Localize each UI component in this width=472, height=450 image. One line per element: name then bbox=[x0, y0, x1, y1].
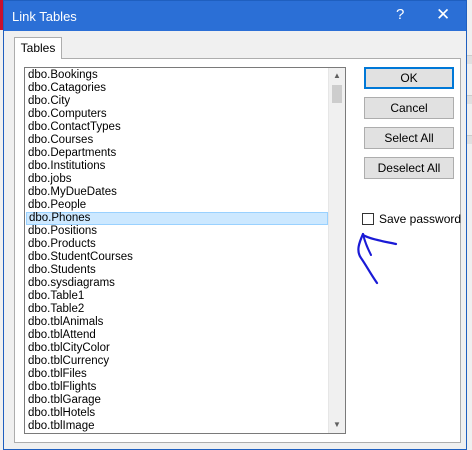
list-item[interactable]: dbo.tblImage bbox=[26, 420, 328, 433]
title-bar: Link Tables ? ✕ bbox=[4, 1, 466, 31]
list-item[interactable]: dbo.Bookings bbox=[26, 69, 328, 82]
list-item[interactable]: dbo.Computers bbox=[26, 108, 328, 121]
list-item[interactable]: dbo.MyDueDates bbox=[26, 186, 328, 199]
help-icon[interactable]: ? bbox=[396, 6, 404, 23]
tables-list: dbo.Bookings dbo.Catagories dbo.City dbo.Co… bbox=[26, 69, 328, 433]
list-item[interactable]: dbo.People bbox=[26, 199, 328, 212]
list-item[interactable]: dbo.Courses bbox=[26, 134, 328, 147]
list-item[interactable]: dbo.Institutions bbox=[26, 160, 328, 173]
scroll-up-icon[interactable]: ▲ bbox=[329, 68, 345, 84]
select-all-button[interactable]: Select All bbox=[364, 127, 454, 149]
list-item[interactable]: dbo.Phones bbox=[26, 212, 328, 225]
list-item[interactable]: dbo.City bbox=[26, 95, 328, 108]
hand-drawn-arrow-annotation bbox=[357, 232, 398, 285]
list-item[interactable]: dbo.tblFlights bbox=[26, 381, 328, 394]
cancel-button[interactable]: Cancel bbox=[364, 97, 454, 119]
list-item[interactable]: dbo.tblCityColor bbox=[26, 342, 328, 355]
list-item[interactable]: dbo.ContactTypes bbox=[26, 121, 328, 134]
close-icon[interactable]: ✕ bbox=[436, 5, 450, 25]
list-item[interactable]: dbo.sysdiagrams bbox=[26, 277, 328, 290]
dialog-title: Link Tables bbox=[12, 9, 77, 24]
save-password-checkbox[interactable] bbox=[362, 213, 374, 225]
list-item[interactable]: dbo.StudentCourses bbox=[26, 251, 328, 264]
list-item[interactable]: dbo.tblGarage bbox=[26, 394, 328, 407]
tables-listbox[interactable]: dbo.Bookings dbo.Catagories dbo.City dbo.Co… bbox=[24, 67, 346, 434]
list-item[interactable]: dbo.jobs bbox=[26, 173, 328, 186]
list-item[interactable]: dbo.tblCurrency bbox=[26, 355, 328, 368]
list-item[interactable]: dbo.Catagories bbox=[26, 82, 328, 95]
list-item[interactable]: dbo.tblAnimals bbox=[26, 316, 328, 329]
ok-button[interactable]: OK bbox=[364, 67, 454, 89]
list-item[interactable]: dbo.Departments bbox=[26, 147, 328, 160]
scroll-down-icon[interactable]: ▼ bbox=[329, 417, 345, 433]
list-item[interactable]: dbo.tblFiles bbox=[26, 368, 328, 381]
vertical-scrollbar[interactable]: ▲ ▼ bbox=[328, 68, 345, 433]
list-item[interactable]: dbo.Table2 bbox=[26, 303, 328, 316]
list-item[interactable]: dbo.Products bbox=[26, 238, 328, 251]
deselect-all-button[interactable]: Deselect All bbox=[364, 157, 454, 179]
save-password-label: Save password bbox=[379, 212, 462, 226]
list-item[interactable]: dbo.Students bbox=[26, 264, 328, 277]
tab-tables[interactable]: Tables bbox=[14, 37, 62, 59]
list-item[interactable]: dbo.Table1 bbox=[26, 290, 328, 303]
list-item[interactable]: dbo.tblHotels bbox=[26, 407, 328, 420]
list-item[interactable]: dbo.Positions bbox=[26, 225, 328, 238]
scroll-thumb[interactable] bbox=[332, 85, 342, 103]
list-item[interactable]: dbo.tblAttend bbox=[26, 329, 328, 342]
